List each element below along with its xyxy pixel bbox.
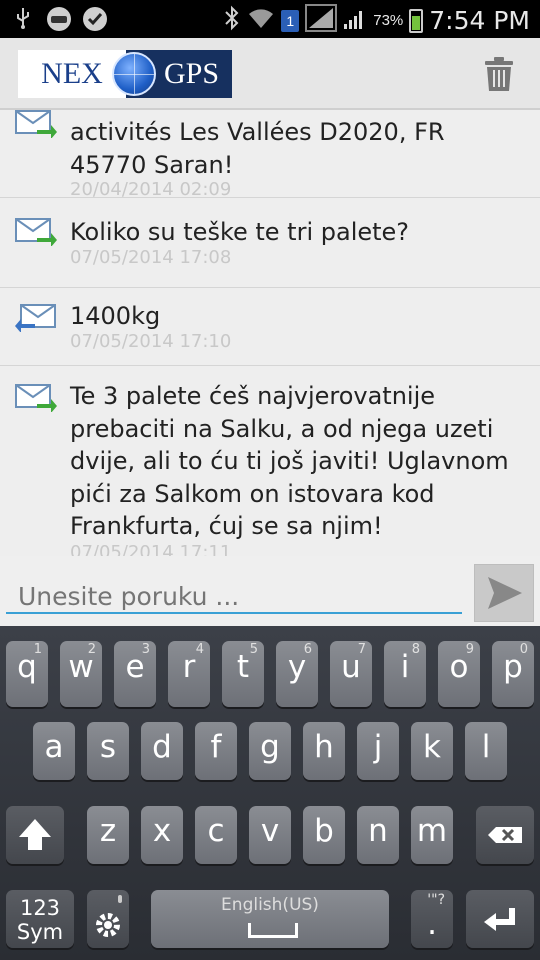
soft-keyboard: 1q 2w 3e 4r 5t 6y 7u 8i 9o 0p a s d f g … — [0, 626, 540, 960]
message-text: Koliko su teške te tri palete? — [70, 218, 410, 246]
sim-icon: 1 — [281, 9, 300, 32]
send-icon — [488, 577, 522, 609]
key-q[interactable]: 1q — [6, 641, 48, 707]
key-h[interactable]: h — [303, 722, 345, 780]
settings-key[interactable] — [87, 890, 129, 948]
check-icon — [82, 6, 108, 32]
shift-arrow-icon — [19, 819, 51, 850]
key-e[interactable]: 3e — [114, 641, 156, 707]
enter-icon — [484, 908, 515, 931]
backspace-icon — [488, 827, 522, 843]
list-item[interactable]: Te 3 palete ćeš najvjerovatnije prebacit… — [0, 366, 540, 556]
status-bar: 1 73% 7:54 PM — [0, 0, 540, 38]
message-time: 07/05/2014 17:10 — [70, 331, 232, 352]
key-w[interactable]: 2w — [60, 641, 102, 707]
space-bar-icon — [248, 923, 298, 938]
message-time: 07/05/2014 17:11 — [70, 542, 232, 556]
wifi-icon — [247, 6, 275, 35]
key-n[interactable]: n — [357, 806, 399, 864]
signal-icon — [343, 6, 367, 35]
key-s[interactable]: s — [87, 722, 129, 780]
message-text: 1400kg — [70, 302, 161, 330]
space-key[interactable]: English(US) — [151, 890, 389, 948]
battery-percent: 73% — [373, 12, 404, 29]
compose-bar — [0, 556, 540, 626]
key-d[interactable]: d — [141, 722, 183, 780]
key-a[interactable]: a — [33, 722, 75, 780]
key-j[interactable]: j — [357, 722, 399, 780]
key-t[interactable]: 5t — [222, 641, 264, 707]
app-notification-icon — [46, 6, 72, 32]
key-p[interactable]: 0p — [492, 641, 534, 707]
gear-icon — [96, 895, 122, 937]
key-u[interactable]: 7u — [330, 641, 372, 707]
message-input[interactable] — [6, 570, 462, 614]
backspace-key[interactable] — [476, 806, 534, 864]
key-k[interactable]: k — [411, 722, 453, 780]
key-l[interactable]: l — [465, 722, 507, 780]
message-text: Te 3 palete ćeš najvjerovatnije prebacit… — [70, 382, 509, 540]
send-button[interactable] — [474, 564, 534, 622]
signal-icon — [305, 4, 338, 37]
shift-key[interactable] — [6, 806, 64, 864]
period-key[interactable]: '"? . — [411, 890, 453, 948]
key-m[interactable]: m — [411, 806, 453, 864]
list-item[interactable]: 1400kg 07/05/2014 17:10 — [0, 288, 540, 366]
key-b[interactable]: b — [303, 806, 345, 864]
app-bar: NEX GPS — [0, 38, 540, 110]
list-item[interactable]: activités Les Vallées D2020, FR 45770 Sa… — [0, 110, 540, 200]
battery-icon — [409, 8, 424, 33]
key-v[interactable]: v — [249, 806, 291, 864]
key-i[interactable]: 8i — [384, 641, 426, 707]
message-text: activités Les Vallées D2020, FR 45770 Sa… — [70, 118, 445, 179]
key-o[interactable]: 9o — [438, 641, 480, 707]
bluetooth-icon — [223, 5, 241, 36]
outgoing-message-icon — [15, 218, 57, 246]
enter-key[interactable] — [466, 890, 534, 948]
usb-icon — [10, 6, 36, 32]
key-g[interactable]: g — [249, 722, 291, 780]
symbols-key[interactable]: 123 Sym — [6, 890, 74, 948]
incoming-message-icon — [15, 304, 56, 332]
outgoing-message-icon — [15, 110, 57, 138]
key-f[interactable]: f — [195, 722, 237, 780]
logo-text-right: GPS — [164, 57, 220, 90]
message-time: 07/05/2014 17:08 — [70, 247, 232, 268]
nexgps-logo: NEX GPS — [18, 50, 232, 98]
logo-text-left: NEX — [18, 50, 126, 98]
message-time: 20/04/2014 02:09 — [70, 179, 232, 200]
trash-icon[interactable] — [484, 56, 514, 92]
clock: 7:54 PM — [429, 6, 530, 35]
list-item[interactable]: Koliko su teške te tri palete? 07/05/201… — [0, 198, 540, 288]
message-list[interactable]: activités Les Vallées D2020, FR 45770 Sa… — [0, 110, 540, 556]
key-z[interactable]: z — [87, 806, 129, 864]
key-c[interactable]: c — [195, 806, 237, 864]
globe-icon — [112, 52, 156, 96]
key-r[interactable]: 4r — [168, 641, 210, 707]
key-y[interactable]: 6y — [276, 641, 318, 707]
outgoing-message-icon — [15, 384, 57, 412]
key-x[interactable]: x — [141, 806, 183, 864]
